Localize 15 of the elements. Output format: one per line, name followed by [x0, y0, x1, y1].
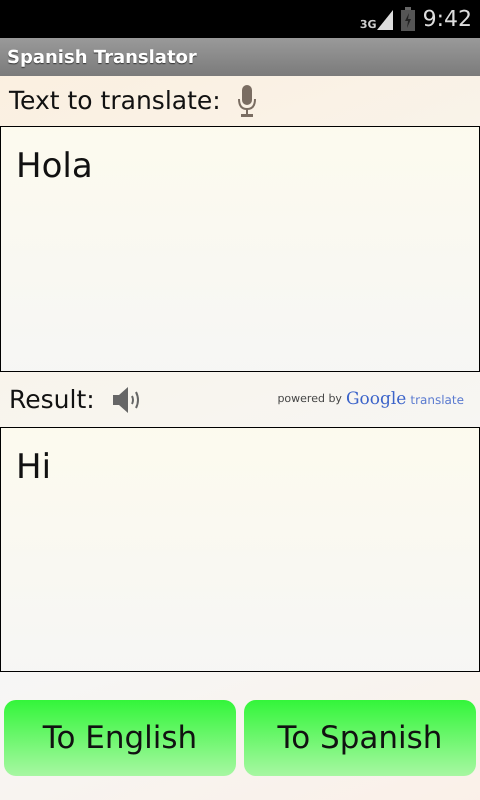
attribution-text: powered by [277, 391, 342, 408]
microphone-icon[interactable] [236, 85, 257, 117]
signal-icon [376, 8, 393, 30]
network-type: 3G [360, 19, 377, 30]
attribution-text: translate [410, 392, 464, 408]
translate-button[interactable]: To Spanish [244, 700, 476, 776]
translate-button[interactable]: To English [4, 700, 236, 776]
clock: 9:42 [422, 6, 472, 34]
input-label: Text to translate: [9, 85, 221, 118]
result-label: Result: [9, 384, 95, 416]
app-title: Spanish Translator [7, 46, 197, 70]
result-field: Hi [0, 427, 480, 672]
input-field[interactable]: Hola [0, 126, 480, 372]
battery-icon [400, 7, 415, 31]
brand-logo: Google [346, 388, 406, 411]
